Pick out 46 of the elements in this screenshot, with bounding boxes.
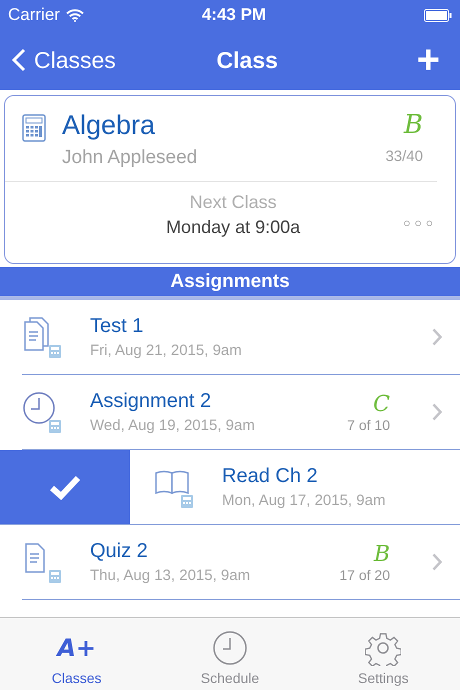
- assignment-date: Wed, Aug 19, 2015, 9am: [90, 417, 256, 434]
- assignment-row[interactable]: Assignment 2 Wed, Aug 19, 2015, 9am C 7 of 10: [0, 375, 460, 449]
- add-button[interactable]: +: [408, 40, 448, 80]
- class-name: Algebra: [62, 110, 156, 141]
- settings-icon: [365, 630, 402, 666]
- a-plus-icon: A+: [57, 630, 96, 666]
- calculator-icon: [22, 114, 46, 142]
- wifi-icon: [66, 8, 84, 22]
- assignment-date: Fri, Aug 21, 2015, 9am: [90, 342, 243, 359]
- chevron-icon: [432, 328, 442, 346]
- assignment-row[interactable]: Read Ch 2 Mon, Aug 17, 2015, 9am: [130, 450, 460, 524]
- clock-icon: [212, 630, 248, 666]
- assignment-score: 17 of 20: [339, 566, 390, 582]
- grade-letter: B: [404, 110, 423, 140]
- grade-letter: B: [374, 542, 390, 566]
- status-time: 4:43 PM: [200, 5, 268, 25]
- documents-icon: [22, 315, 62, 359]
- clock-icon: [22, 390, 62, 434]
- class-score: 33/40: [385, 148, 423, 165]
- tab[interactable]: Schedule: [153, 618, 307, 690]
- chevron-icon: [432, 553, 442, 571]
- assignment-title: Read Ch 2: [222, 465, 319, 488]
- tab[interactable]: Settings: [306, 618, 460, 690]
- screen-title: Class: [216, 46, 278, 74]
- assignment-date: Thu, Aug 13, 2015, 9am: [90, 567, 252, 584]
- back-chevron-icon: [12, 48, 26, 72]
- back-button[interactable]: Classes: [12, 46, 116, 74]
- teacher-name: John Appleseed: [62, 147, 198, 169]
- complete-button[interactable]: [0, 450, 130, 524]
- next-class-label: Next Class: [190, 192, 277, 213]
- assignment-row[interactable]: Test 1 Fri, Aug 21, 2015, 9am: [0, 300, 460, 374]
- tab[interactable]: A+ Classes: [0, 618, 154, 690]
- grade-letter: C: [373, 392, 390, 416]
- chevron-icon: [432, 403, 442, 421]
- assignment-score: 7 of 10: [347, 416, 390, 432]
- assignment-title: Quiz 2: [90, 540, 149, 563]
- battery-icon: [424, 8, 452, 22]
- checkmark-icon: [49, 474, 81, 500]
- next-class-time: Monday at 9:00a: [166, 217, 300, 238]
- assignment-title: Test 1: [90, 315, 144, 338]
- carrier-name: Carrier: [8, 5, 60, 25]
- assignment-row[interactable]: Quiz 2 Thu, Aug 13, 2015, 9am B 17 of 20: [0, 525, 460, 599]
- more-button[interactable]: ○○○: [403, 216, 437, 230]
- section-header: Assignments: [0, 267, 460, 300]
- assignment-title: Assignment 2: [90, 390, 212, 413]
- assignment-date: Mon, Aug 17, 2015, 9am: [222, 492, 386, 509]
